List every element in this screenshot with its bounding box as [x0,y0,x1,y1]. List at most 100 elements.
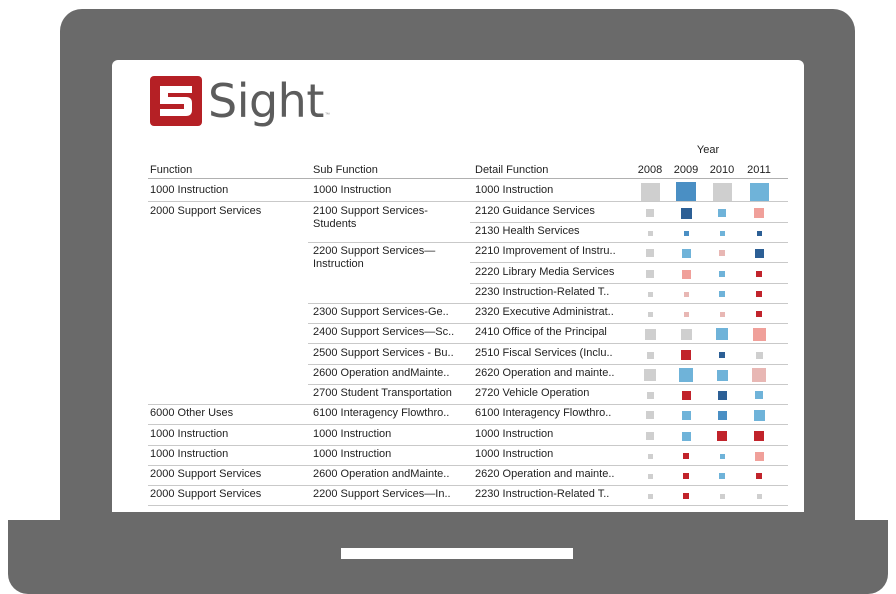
value-mark[interactable] [719,352,725,358]
value-mark[interactable] [717,431,727,441]
cell-detail[interactable]: 2320 Executive Administrat.. [475,306,614,319]
value-mark[interactable] [681,390,691,400]
value-mark[interactable] [644,328,656,340]
value-mark[interactable] [756,230,762,236]
column-header-year[interactable]: 2008 [636,164,664,176]
cell-detail[interactable]: 2410 Office of the Principal [475,326,607,339]
cell-detail[interactable]: 2230 Instruction-Related T.. [475,488,609,501]
value-mark[interactable] [680,328,692,340]
cell-function[interactable]: 2000 Support Services [150,488,261,501]
value-mark[interactable] [647,230,653,236]
cell-detail[interactable]: 1000 Instruction [475,428,553,441]
value-mark[interactable] [719,473,725,479]
value-mark[interactable] [647,493,653,499]
value-mark[interactable] [716,369,728,381]
value-mark[interactable] [719,230,725,236]
cell-sub[interactable]: 1000 Instruction [313,448,391,461]
value-mark[interactable] [756,473,762,479]
value-mark[interactable] [719,291,725,297]
value-mark[interactable] [719,250,725,256]
cell-detail[interactable]: 6100 Interagency Flowthro.. [475,407,611,420]
value-mark[interactable] [646,432,654,440]
cell-function[interactable]: 1000 Instruction [150,428,228,441]
column-header-function[interactable]: Function [150,164,192,176]
cell-detail[interactable]: 2120 Guidance Services [475,205,595,218]
value-mark[interactable] [647,291,653,297]
cell-sub[interactable]: 2600 Operation andMainte.. [313,468,449,481]
cell-detail[interactable]: 1000 Instruction [475,184,553,197]
value-mark[interactable] [647,473,653,479]
value-mark[interactable] [646,249,654,257]
value-mark[interactable] [683,230,689,236]
value-mark[interactable] [646,351,654,359]
cell-sub[interactable]: 2600 Operation andMainte.. [313,367,449,380]
value-mark[interactable] [753,409,765,421]
value-mark[interactable] [646,411,654,419]
value-mark[interactable] [754,248,764,258]
value-mark[interactable] [681,350,691,360]
cell-sub[interactable]: 2300 Support Services-Ge.. [313,306,449,319]
cell-function[interactable]: 2000 Support Services [150,468,261,481]
value-mark[interactable] [756,271,762,277]
value-mark[interactable] [754,431,764,441]
cell-detail[interactable]: 2130 Health Services [475,225,580,238]
column-header-year[interactable]: 2010 [708,164,736,176]
logo[interactable]: Sight ™ [150,74,330,128]
value-mark[interactable] [719,493,725,499]
value-mark[interactable] [681,410,691,420]
value-mark[interactable] [719,311,725,317]
value-mark[interactable] [646,209,654,217]
value-mark[interactable] [683,493,689,499]
value-mark[interactable] [752,327,766,341]
value-mark[interactable] [676,182,696,202]
value-mark[interactable] [683,473,689,479]
cell-detail[interactable]: 1000 Instruction [475,448,553,461]
cell-sub[interactable]: 2500 Support Services - Bu.. [313,347,454,360]
value-mark[interactable] [679,368,693,382]
cell-detail[interactable]: 2220 Library Media Services [475,266,614,279]
value-mark[interactable] [719,271,725,277]
value-mark[interactable] [712,182,732,202]
value-mark[interactable] [683,311,689,317]
value-mark[interactable] [754,208,764,218]
value-mark[interactable] [646,391,654,399]
cell-sub[interactable]: 2100 Support Services-Students [313,205,463,231]
value-mark[interactable] [718,209,726,217]
cell-sub[interactable]: 6100 Interagency Flowthro.. [313,407,449,420]
value-mark[interactable] [755,391,763,399]
cell-function[interactable]: 1000 Instruction [150,184,228,197]
cell-sub[interactable]: 2400 Support Services—Sc.. [313,326,454,339]
value-mark[interactable] [681,431,691,441]
cell-detail[interactable]: 2210 Improvement of Instru.. [475,245,616,258]
value-mark[interactable] [752,368,766,382]
column-header-sub-function[interactable]: Sub Function [313,164,378,176]
value-mark[interactable] [647,311,653,317]
column-header-year[interactable]: 2011 [745,164,773,176]
cell-sub[interactable]: 2200 Support Services—Instruction [313,245,463,271]
value-mark[interactable] [640,182,660,202]
cell-function[interactable]: 1000 Instruction [150,448,228,461]
cell-sub[interactable]: 2700 Student Transportation [313,387,452,400]
cell-sub[interactable]: 1000 Instruction [313,184,391,197]
cell-detail[interactable]: 2510 Fiscal Services (Inclu.. [475,347,613,360]
cell-detail[interactable]: 2620 Operation and mainte.. [475,468,614,481]
value-mark[interactable] [644,369,656,381]
cell-function[interactable]: 2000 Support Services [150,205,261,218]
column-header-year[interactable]: 2009 [672,164,700,176]
value-mark[interactable] [717,410,727,420]
cell-function[interactable]: 6000 Other Uses [150,407,233,420]
value-mark[interactable] [716,328,728,340]
value-mark[interactable] [681,269,691,279]
cell-sub[interactable]: 2200 Support Services—In.. [313,488,451,501]
value-mark[interactable] [646,270,654,278]
value-mark[interactable] [756,493,762,499]
value-mark[interactable] [683,453,689,459]
value-mark[interactable] [647,453,653,459]
value-mark[interactable] [755,351,763,359]
value-mark[interactable] [717,390,727,400]
cell-sub[interactable]: 1000 Instruction [313,428,391,441]
value-mark[interactable] [683,291,689,297]
cell-detail[interactable]: 2620 Operation and mainte.. [475,367,614,380]
value-mark[interactable] [756,311,762,317]
value-mark[interactable] [749,182,769,202]
